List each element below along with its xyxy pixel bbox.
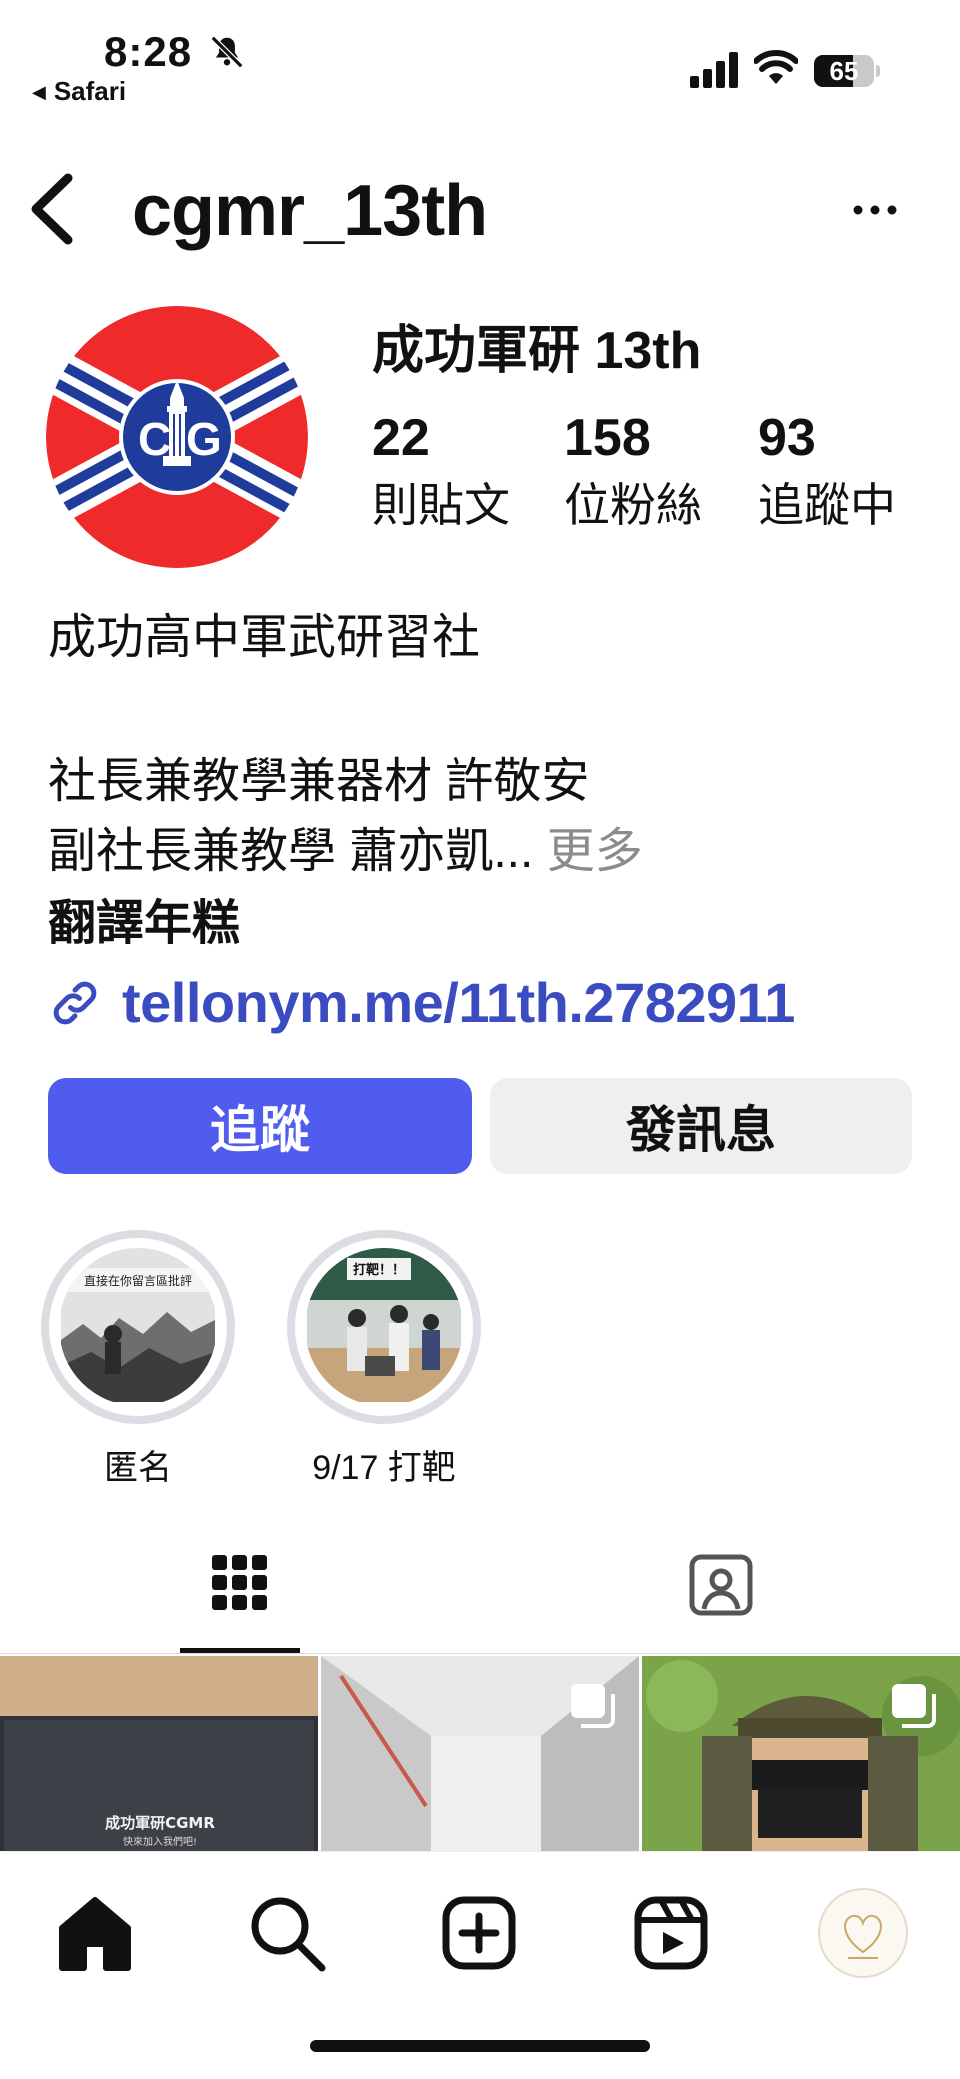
grid-icon [212,1555,267,1610]
stat-followers-count: 158 [564,409,651,467]
post-thumbnail[interactable] [321,1656,639,1851]
tab-tagged[interactable] [660,1535,780,1655]
stat-followers[interactable]: 158 位粉絲 [564,410,702,538]
profile-username: cgmr_13th [132,171,488,251]
stat-followers-label: 位粉絲 [564,479,702,531]
svg-text:G: G [186,413,222,465]
reels-icon[interactable] [626,1888,716,1978]
highlight-thumb-text: 直接在你留言區批評 [84,1273,192,1288]
post-thumbnail[interactable] [642,1656,960,1851]
search-icon[interactable] [242,1888,332,1978]
profile-link-text: tellonym.me/11th.2782911 [122,971,795,1034]
wifi-icon [754,50,798,84]
more-options-icon[interactable] [850,190,900,230]
story-highlight-shooting[interactable]: 打靶！！ 9/17 打靶 [284,1230,484,1489]
stat-following-label: 追蹤中 [758,479,896,531]
tab-posts-grid[interactable] [180,1535,300,1655]
highlight-thumbnail: 打靶！！ [305,1248,463,1406]
bio-more-link[interactable]: 更多 [533,825,643,878]
tagged-person-icon [689,1554,753,1616]
multiple-photos-icon [892,1684,936,1728]
create-post-icon[interactable] [434,1888,524,1978]
highlight-label: 9/17 打靶 [312,1449,456,1487]
heart-logo-icon [844,1914,882,1959]
bio-line-2: 社長兼教學兼器材 許敬安 [48,755,590,808]
back-arrow-icon[interactable] [26,172,78,246]
profile-display-name: 成功軍研 13th [372,322,702,380]
status-time: 8:28 [104,28,193,75]
tab-divider [0,1653,960,1654]
back-app-label: Safari [53,76,127,106]
profile-tab-avatar[interactable] [818,1888,908,1978]
profile-external-link[interactable]: tellonym.me/11th.2782911 [48,970,795,1035]
translate-link[interactable]: 翻譯年糕 [48,894,240,954]
bio-line-1: 成功高中軍武研習社 [48,611,481,664]
back-to-safari-link[interactable]: ◀ Safari [32,76,126,107]
stat-following[interactable]: 93 追蹤中 [758,410,896,538]
home-icon[interactable] [50,1888,140,1978]
status-bar: 8:28 ◀ Safari 65 [0,0,960,110]
profile-avatar[interactable]: C G [46,306,308,568]
post-subcaption: 快來加入我們吧! [123,1835,197,1848]
message-button[interactable]: 發訊息 [490,1078,912,1174]
stat-posts-count: 22 [372,409,430,467]
highlight-thumbnail: 直接在你留言區批評 [59,1248,217,1406]
stat-posts[interactable]: 22 則貼文 [372,410,510,538]
battery-percent: 65 [829,56,859,86]
post-caption: 成功軍研CGMR [105,1814,215,1832]
post-thumbnail[interactable]: 成功軍研CGMR 快來加入我們吧! [0,1656,318,1851]
home-indicator [310,2040,650,2052]
stat-posts-label: 則貼文 [372,479,510,531]
follow-button[interactable]: 追蹤 [48,1078,472,1174]
posts-grid: 成功軍研CGMR 快來加入我們吧! [0,1656,960,1851]
story-highlight-anonymous[interactable]: 直接在你留言區批評 匿名 [38,1230,238,1489]
link-icon [53,981,97,1024]
stat-following-count: 93 [758,409,816,467]
bell-muted-icon [210,35,244,69]
highlight-thumb-text: 打靶！！ [353,1262,405,1278]
bio-line-3-text: 副社長兼教學 蕭亦凱... [48,825,534,878]
battery-indicator: 65 [814,55,880,87]
highlight-label: 匿名 [104,1449,172,1487]
cellular-signal-icon [690,52,738,88]
bio-line-3: 副社長兼教學 蕭亦凱... 更多 [48,822,643,882]
multiple-photos-icon [571,1684,615,1728]
club-logo: C G [46,306,308,568]
